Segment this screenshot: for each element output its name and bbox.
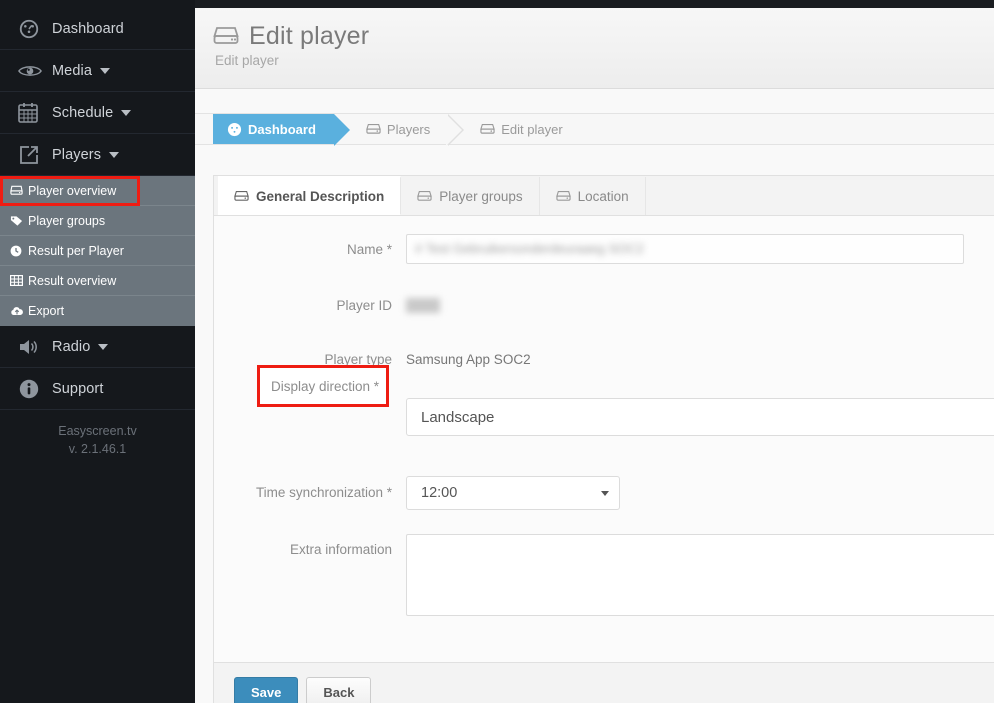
player-icon bbox=[417, 190, 433, 202]
breadcrumb-item-players[interactable]: Players bbox=[354, 114, 465, 146]
player-type-value: Samsung App SOC2 bbox=[406, 352, 531, 367]
sidebar-item-player-groups[interactable]: Player groups bbox=[0, 206, 195, 236]
chevron-down-icon bbox=[601, 490, 609, 496]
sidebar-item-label: Players bbox=[52, 146, 102, 163]
sidebar: Dashboard Media Schedule Players Player … bbox=[0, 0, 195, 703]
cloud-icon bbox=[10, 306, 28, 316]
form-body: Name * # Test Gebruikersonderdeuraaeg SO… bbox=[214, 216, 994, 662]
dashboard-icon bbox=[227, 122, 242, 137]
sidebar-item-radio[interactable]: Radio bbox=[0, 326, 195, 368]
page-header: Edit player Edit player bbox=[195, 8, 994, 89]
sidebar-item-schedule[interactable]: Schedule bbox=[0, 92, 195, 134]
player-icon bbox=[480, 123, 496, 135]
form-row-name: Name * # Test Gebruikersonderdeuraaeg SO… bbox=[214, 234, 994, 266]
breadcrumb: Dashboard Players Edit player bbox=[195, 113, 994, 146]
sidebar-item-export[interactable]: Export bbox=[0, 296, 195, 326]
time-sync-select[interactable]: 12:00 bbox=[406, 476, 620, 510]
sidebar-item-players[interactable]: Players bbox=[0, 134, 195, 176]
name-input[interactable]: # Test Gebruikersonderdeuraaeg SOC2 bbox=[406, 234, 964, 264]
clock-icon bbox=[10, 245, 28, 257]
player-id-value-wrap bbox=[406, 290, 994, 318]
player-icon bbox=[234, 190, 249, 202]
tab-label: Player groups bbox=[439, 188, 523, 204]
extra-information-label: Extra information bbox=[289, 542, 392, 557]
sidebar-submenu-players: Player overview Player groups Result per… bbox=[0, 176, 195, 326]
sidebar-item-label: Dashboard bbox=[52, 20, 124, 37]
page-title: Edit player bbox=[213, 22, 994, 51]
time-sync-field-wrap: 12:00 bbox=[406, 476, 994, 510]
sidebar-item-label: Radio bbox=[52, 338, 91, 355]
form-row-extra-information: Extra information bbox=[214, 534, 994, 616]
display-direction-select[interactable]: Landscape bbox=[406, 398, 994, 436]
tag-icon bbox=[10, 215, 28, 227]
calendar-icon bbox=[18, 102, 52, 123]
table-icon bbox=[10, 275, 28, 286]
sidebar-item-label: Player overview bbox=[28, 183, 117, 198]
brand-name: Easyscreen.tv bbox=[58, 424, 137, 438]
edit-player-card: General Description Player groups Locati… bbox=[213, 175, 994, 703]
card-footer: Save Back bbox=[214, 662, 994, 703]
sidebar-item-label: Result overview bbox=[28, 273, 117, 288]
sidebar-item-result-per-player[interactable]: Result per Player bbox=[0, 236, 195, 266]
player-icon bbox=[10, 185, 28, 196]
external-link-icon bbox=[18, 144, 52, 166]
sidebar-item-player-overview[interactable]: Player overview bbox=[0, 176, 195, 206]
time-sync-label: Time synchronization * bbox=[255, 485, 392, 500]
player-icon bbox=[213, 26, 239, 47]
app-root: Dashboard Media Schedule Players Player … bbox=[0, 0, 994, 703]
back-button[interactable]: Back bbox=[306, 677, 372, 703]
chevron-down-icon bbox=[121, 109, 132, 116]
sidebar-item-support[interactable]: Support bbox=[0, 368, 195, 410]
tab-label: General Description bbox=[256, 188, 385, 204]
breadcrumb-label: Dashboard bbox=[248, 121, 316, 137]
page-subtitle: Edit player bbox=[215, 53, 279, 68]
brand-version: v. 2.1.46.1 bbox=[68, 442, 127, 456]
display-direction-label-text: Display direction * bbox=[270, 378, 379, 394]
sidebar-item-label: Support bbox=[52, 380, 104, 397]
tab-label: Location bbox=[577, 188, 629, 204]
sidebar-item-media[interactable]: Media bbox=[0, 50, 195, 92]
dashboard-icon bbox=[18, 18, 52, 40]
sidebar-item-label: Result per Player bbox=[28, 243, 124, 258]
main-content: Edit player Edit player Dashboard Player… bbox=[195, 8, 994, 703]
sidebar-item-label: Media bbox=[52, 62, 92, 79]
player-icon bbox=[555, 190, 571, 202]
sidebar-item-label: Player groups bbox=[28, 213, 106, 228]
page-title-text: Edit player bbox=[249, 22, 370, 50]
name-label: Name * bbox=[346, 242, 392, 257]
name-input-value: # Test Gebruikersonderdeuraaeg SOC2 bbox=[415, 241, 644, 256]
sidebar-item-label: Schedule bbox=[52, 104, 114, 121]
tab-bar: General Description Player groups Locati… bbox=[214, 176, 994, 216]
chevron-down-icon bbox=[100, 67, 110, 74]
display-direction-value: Landscape bbox=[421, 408, 495, 426]
info-icon bbox=[18, 378, 52, 400]
display-direction-field-wrap: Landscape bbox=[406, 398, 994, 436]
sidebar-item-label: Export bbox=[28, 304, 65, 318]
sidebar-item-dashboard[interactable]: Dashboard bbox=[0, 8, 195, 50]
form-row-player-id: Player ID bbox=[214, 290, 994, 322]
extra-information-textarea[interactable] bbox=[406, 534, 994, 616]
tab-location[interactable]: Location bbox=[540, 177, 646, 215]
tab-general-description[interactable]: General Description bbox=[218, 176, 402, 215]
tab-player-groups[interactable]: Player groups bbox=[401, 177, 540, 215]
breadcrumb-label: Players bbox=[386, 121, 431, 137]
chevron-down-icon bbox=[109, 151, 120, 158]
chevron-down-icon bbox=[98, 343, 109, 350]
form-row-time-sync: Time synchronization * 12:00 bbox=[214, 476, 994, 510]
extra-information-field-wrap bbox=[406, 534, 994, 616]
eye-icon bbox=[18, 62, 52, 80]
sidebar-brand-block: Easyscreen.tv v. 2.1.46.1 bbox=[0, 410, 195, 458]
name-field-wrap: # Test Gebruikersonderdeuraaeg SOC2 bbox=[406, 234, 994, 264]
sidebar-item-result-overview[interactable]: Result overview bbox=[0, 266, 195, 296]
breadcrumb-item-dashboard[interactable]: Dashboard bbox=[213, 114, 350, 146]
breadcrumb-label: Edit player bbox=[501, 121, 563, 137]
player-icon bbox=[366, 123, 381, 135]
player-id-value bbox=[406, 298, 440, 313]
speaker-icon bbox=[18, 337, 52, 357]
save-button[interactable]: Save bbox=[234, 677, 299, 703]
breadcrumb-item-edit-player: Edit player bbox=[468, 114, 580, 144]
player-id-label: Player ID bbox=[336, 298, 392, 313]
time-sync-value: 12:00 bbox=[421, 485, 458, 501]
